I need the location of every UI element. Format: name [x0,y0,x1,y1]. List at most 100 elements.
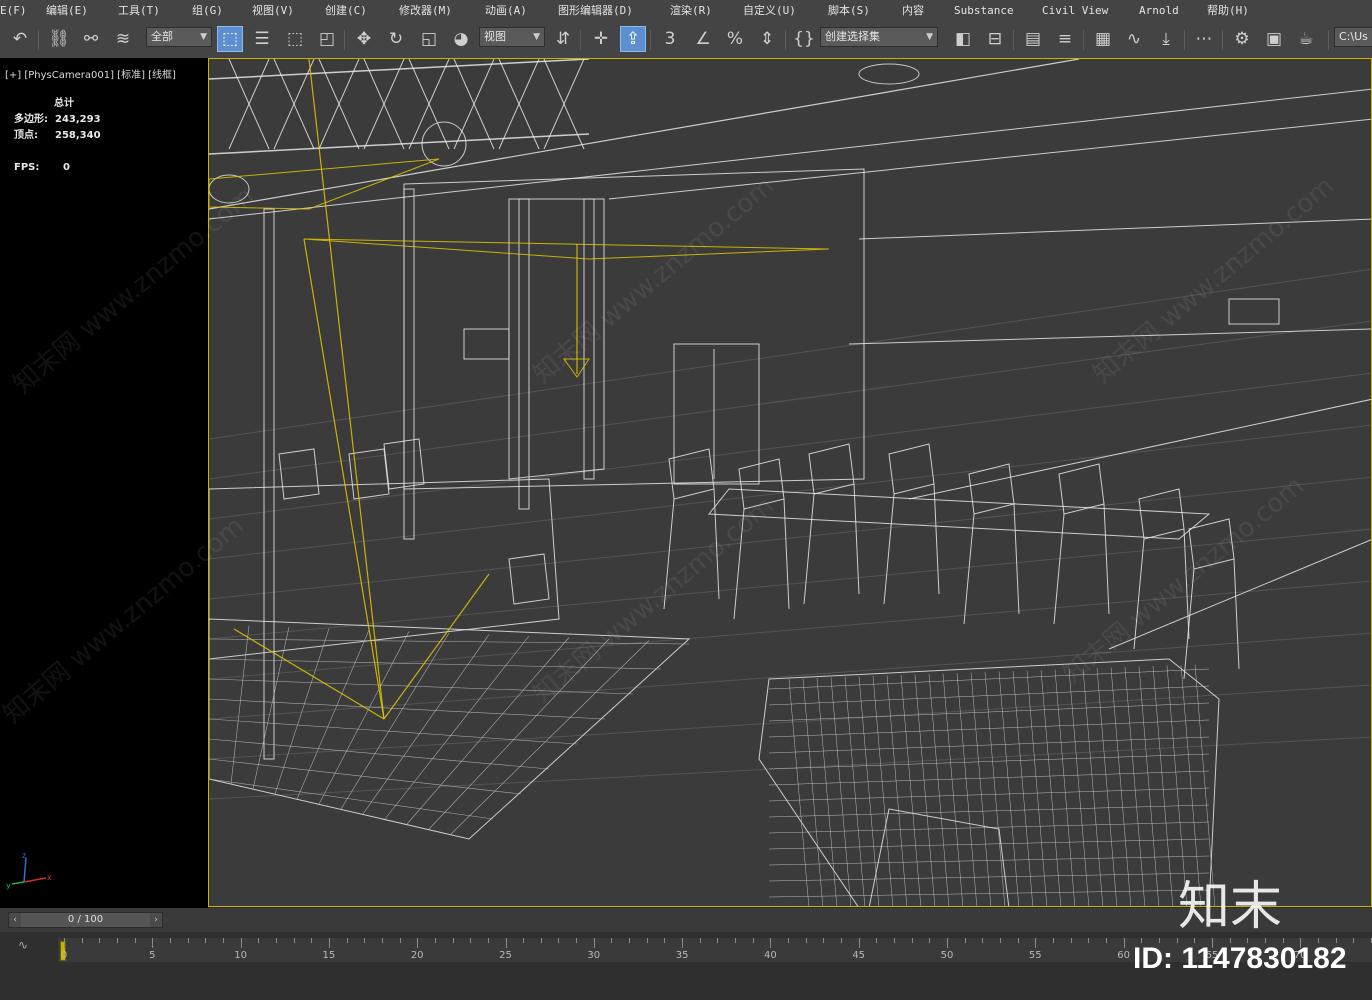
menu-rendering[interactable]: 渲染(R) [670,2,743,18]
percent-snap-icon[interactable]: % [722,26,748,52]
mirror-icon[interactable]: ◧ [950,26,976,52]
unlink-icon[interactable]: ⚯ [78,26,104,52]
frame-tick [876,938,878,943]
edit-named-selection-icon[interactable]: {} [791,26,817,52]
sofa-grid [768,838,1210,850]
scale-icon[interactable]: ◱ [416,26,442,52]
menu-file[interactable]: E(F) [0,4,46,17]
rug-grid [318,631,410,805]
select-manipulate-icon[interactable]: ✛ [588,26,614,52]
rendered-frame-window-icon[interactable]: ▣ [1261,26,1287,52]
frame-tick [81,938,83,943]
menu-help[interactable]: 帮助(H) [1207,2,1277,18]
undo-icon[interactable]: ↶ [7,26,33,52]
rotate-icon[interactable]: ↻ [383,26,409,52]
select-by-name-icon[interactable]: ☰ [249,26,275,52]
bar-stool-seat [968,463,1015,515]
snaps-toggle-icon[interactable]: 3 [657,26,683,52]
dope-sheet-icon[interactable]: ⤓ [1153,26,1179,52]
frame-tick [964,938,966,943]
menu-tools[interactable]: 工具(T) [118,2,192,18]
project-path-field[interactable]: C:\Us [1334,27,1372,47]
toggle-ribbon-icon[interactable]: ▦ [1090,26,1116,52]
curve-editor-icon[interactable]: ∿ [1121,26,1147,52]
frame-label: 5 [149,950,156,961]
link-icon[interactable]: ⛓ [46,26,72,52]
frame-tick [1035,938,1037,948]
armchair [868,808,1010,906]
window-crossing-icon[interactable]: ◰ [314,26,340,52]
scene-explorer-icon[interactable]: ▤ [1020,26,1046,52]
frame-tick [1123,938,1125,948]
wireframe-scene[interactable] [209,59,1372,907]
project-path-value: C:\Us [1339,30,1368,43]
menu-customize[interactable]: 自定义(U) [743,2,828,18]
time-slider[interactable]: ‹ 0 / 100 › [8,912,163,928]
menu-modifiers[interactable]: 修改器(M) [399,2,485,18]
pivot-center-icon[interactable]: ⇵ [550,26,576,52]
selection-filter-dropdown[interactable]: 全部 ▼ [146,27,212,47]
previous-frame-arrow-icon[interactable]: ‹ [9,913,21,927]
menu-arnold[interactable]: Arnold [1139,4,1207,17]
schematic-view-icon[interactable]: ⋯ [1191,26,1217,52]
menu-animation[interactable]: 动画(A) [485,2,558,18]
menu-create[interactable]: 创建(C) [325,2,399,18]
toolbar-separator [344,30,345,50]
frame-tick [929,938,931,943]
toolbar-separator [580,30,581,50]
frame-tick [417,938,419,948]
menu-scripting[interactable]: 脚本(S) [828,2,902,18]
frame-tick [752,938,754,943]
selection-filter-value: 全部 [151,30,173,43]
menu-graph-editors[interactable]: 图形编辑器(D) [558,2,670,18]
frame-tick [982,938,984,943]
place-icon[interactable]: ◕ [448,26,474,52]
frame-tick [1070,938,1072,943]
toolbar-separator [650,30,651,50]
align-icon[interactable]: ⊟ [982,26,1008,52]
ceiling-edge [608,118,1371,200]
svg-text:y: y [6,881,11,890]
spinner-snap-icon[interactable]: ⇕ [754,26,780,52]
office-chair [348,448,390,500]
stats-polygons-row: 多边形: 243,293 [14,112,101,128]
frame-label: 50 [940,950,954,961]
chevron-down-icon: ▼ [926,32,933,42]
bind-space-warp-icon[interactable]: ≋ [110,26,136,52]
render-production-icon[interactable]: ☕ [1293,26,1319,52]
frame-tick [911,938,913,943]
mini-curve-editor-icon[interactable]: ∿ [18,938,28,952]
frame-tick [222,938,224,943]
rectangular-selection-icon[interactable]: ⬚ [282,26,308,52]
menu-civil-view[interactable]: Civil View [1042,4,1139,17]
frame-tick [205,938,207,943]
menu-content[interactable]: 内容 [902,2,954,18]
frame-tick [947,938,948,948]
menu-edit[interactable]: 编辑(E) [46,2,118,18]
frame-tick [258,938,260,943]
angle-snap-icon[interactable]: ∠ [690,26,716,52]
frame-tick [576,938,578,943]
menu-views[interactable]: 视图(V) [252,2,325,18]
viewport-label[interactable]: [+] [PhysCamera001] [标准] [线框] [5,66,176,81]
next-frame-arrow-icon[interactable]: › [150,913,162,927]
layer-explorer-icon[interactable]: ≡ [1052,26,1078,52]
reference-coordinate-dropdown[interactable]: 视图 ▼ [479,27,545,47]
frame-tick [399,938,401,943]
move-icon[interactable]: ✥ [351,26,377,52]
truss-chord [209,59,590,80]
render-setup-icon[interactable]: ⚙ [1229,26,1255,52]
menu-group[interactable]: 组(G) [192,2,252,18]
keyboard-shortcut-override-icon[interactable]: ⇪ [620,26,646,52]
select-object-icon[interactable]: ⬚ [217,26,243,52]
camera-target-plane [303,238,830,260]
named-selection-dropdown[interactable]: 创建选择集 ▼ [820,27,938,47]
stats-fps-row: FPS: 0 [14,160,101,176]
camera-viewport[interactable] [208,58,1372,907]
frame-tick [629,938,631,943]
svg-text:z: z [22,851,26,860]
menu-substance[interactable]: Substance [954,4,1042,17]
pendant-lamp [858,63,920,85]
bar-stool-leg [783,498,790,610]
frame-tick [116,938,118,943]
